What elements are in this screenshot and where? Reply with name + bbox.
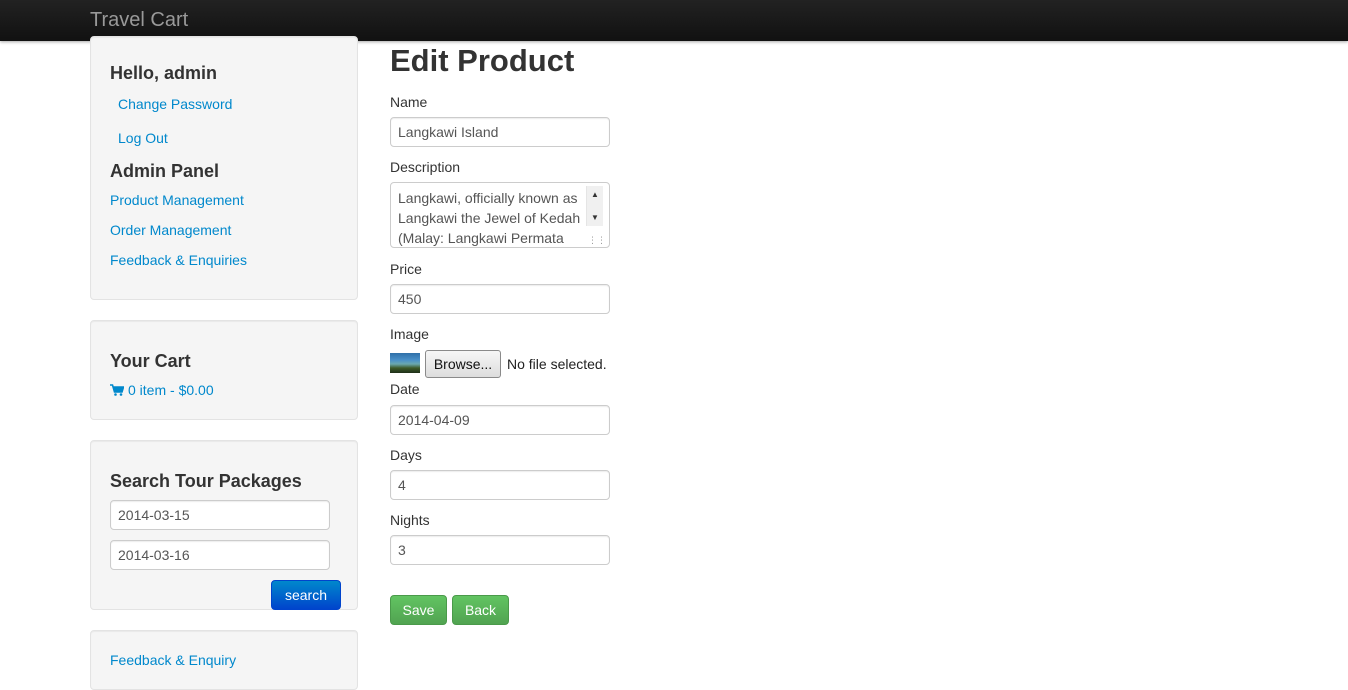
description-label: Description: [390, 159, 461, 175]
top-navbar: Travel Cart: [0, 0, 1348, 41]
price-label: Price: [390, 261, 422, 277]
cart-panel: Your Cart 0 item - $0.00: [90, 320, 358, 420]
search-panel: Search Tour Packages search: [90, 440, 358, 610]
date-label: Date: [390, 381, 420, 397]
search-from-date-input[interactable]: [110, 500, 330, 530]
brand-link[interactable]: Travel Cart: [90, 9, 188, 32]
feedback-panel: Feedback & Enquiry: [90, 630, 358, 690]
admin-panel-heading: Admin Panel: [110, 161, 220, 181]
scroll-up-icon[interactable]: ▲: [591, 191, 599, 199]
logout-link[interactable]: Log Out: [118, 130, 168, 146]
cart-summary-link[interactable]: 0 item - $0.00: [110, 382, 214, 398]
cart-heading: Your Cart: [110, 351, 191, 371]
description-text: Langkawi, officially known as Langkawi t…: [398, 190, 581, 246]
file-status-text: No file selected.: [507, 356, 607, 372]
browse-button[interactable]: Browse...: [425, 350, 501, 378]
image-label: Image: [390, 326, 429, 342]
save-button[interactable]: Save: [390, 595, 447, 625]
product-management-link[interactable]: Product Management: [110, 192, 244, 208]
search-to-date-input[interactable]: [110, 540, 330, 570]
shopping-cart-icon: [110, 384, 124, 396]
greeting-heading: Hello, admin: [110, 63, 218, 83]
feedback-enquiries-link[interactable]: Feedback & Enquiries: [110, 252, 247, 268]
days-label: Days: [390, 447, 422, 463]
scroll-down-icon[interactable]: ▼: [591, 214, 599, 222]
nights-label: Nights: [390, 512, 430, 528]
search-heading: Search Tour Packages: [110, 471, 302, 491]
date-input[interactable]: [390, 405, 610, 435]
name-input[interactable]: [390, 117, 610, 147]
cart-summary-text: 0 item - $0.00: [128, 382, 214, 398]
back-button[interactable]: Back: [452, 595, 509, 625]
feedback-enquiry-link[interactable]: Feedback & Enquiry: [110, 652, 236, 668]
user-panel: Hello, admin Change Password Log Out Adm…: [90, 36, 358, 300]
name-label: Name: [390, 94, 428, 110]
product-image-thumbnail: [390, 353, 420, 373]
description-textarea[interactable]: Langkawi, officially known as Langkawi t…: [390, 182, 610, 248]
order-management-link[interactable]: Order Management: [110, 222, 231, 238]
page-title: Edit Product: [390, 43, 575, 78]
nights-input[interactable]: [390, 535, 610, 565]
description-scrollbar[interactable]: ▲ ▼: [586, 186, 603, 226]
search-button[interactable]: search: [271, 580, 341, 610]
resize-grip-icon[interactable]: ⋮⋮: [588, 236, 606, 245]
days-input[interactable]: [390, 470, 610, 500]
price-input[interactable]: [390, 284, 610, 314]
change-password-link[interactable]: Change Password: [118, 96, 232, 112]
